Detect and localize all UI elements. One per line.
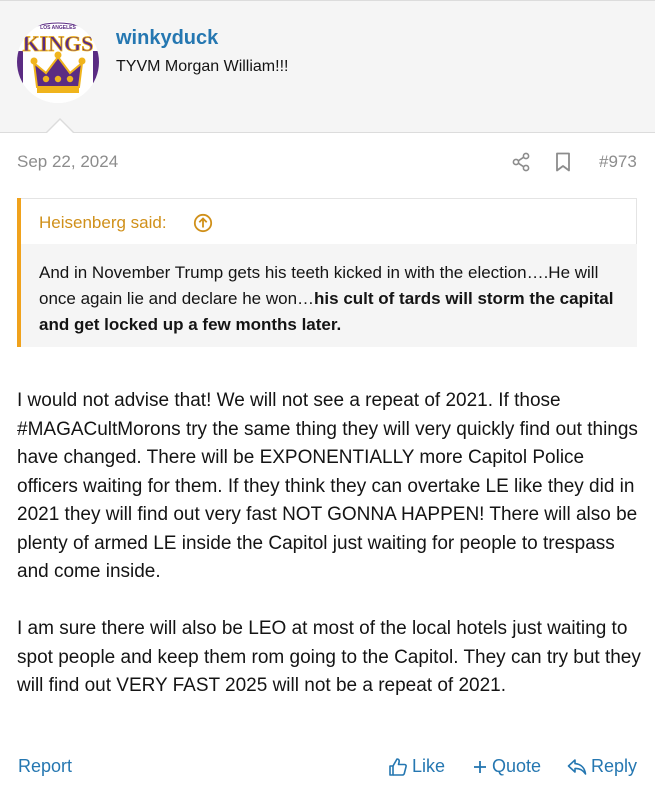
bookmark-icon[interactable]	[554, 152, 572, 172]
reply-button[interactable]: Reply	[567, 756, 637, 777]
report-link[interactable]: Report	[18, 756, 72, 777]
quote-author[interactable]: Heisenberg said:	[39, 213, 167, 233]
post-number[interactable]: #973	[599, 152, 637, 172]
quote-block: Heisenberg said: And in November Trump g…	[17, 198, 637, 347]
like-label: Like	[412, 756, 446, 776]
kings-crown-logo: LOS ANGELES KINGS	[17, 21, 99, 103]
post-date[interactable]: Sep 22, 2024	[17, 152, 118, 172]
quote-button[interactable]: Quote	[472, 756, 541, 777]
reply-label: Reply	[591, 756, 638, 776]
user-header: LOS ANGELES KINGS winkyduck TYVM Morgan …	[0, 0, 655, 133]
message-paragraph: I would not advise that! We will not see…	[17, 390, 638, 582]
quote-label: Quote	[492, 756, 542, 776]
like-button[interactable]: Like	[388, 756, 445, 777]
avatar[interactable]: LOS ANGELES KINGS	[17, 21, 99, 103]
plus-icon	[474, 760, 486, 773]
user-title: TYVM Morgan William!!!	[116, 58, 289, 75]
action-bar: Report Like Quote Reply	[0, 752, 655, 782]
quote-text: And in November Trump gets his teeth kic…	[39, 260, 629, 338]
quote-header: Heisenberg said:	[21, 198, 637, 244]
share-icon[interactable]	[511, 152, 531, 172]
thumbs-up-icon	[389, 757, 407, 776]
reply-arrow-icon	[567, 758, 587, 775]
username[interactable]: winkyduck	[116, 27, 218, 50]
message-body: I would not advise that! We will not see…	[17, 387, 642, 729]
arrow-up-circle-icon[interactable]	[193, 213, 213, 233]
message-paragraph: I am sure there will also be LEO at most…	[17, 618, 641, 696]
header-pointer-fill	[46, 120, 74, 134]
